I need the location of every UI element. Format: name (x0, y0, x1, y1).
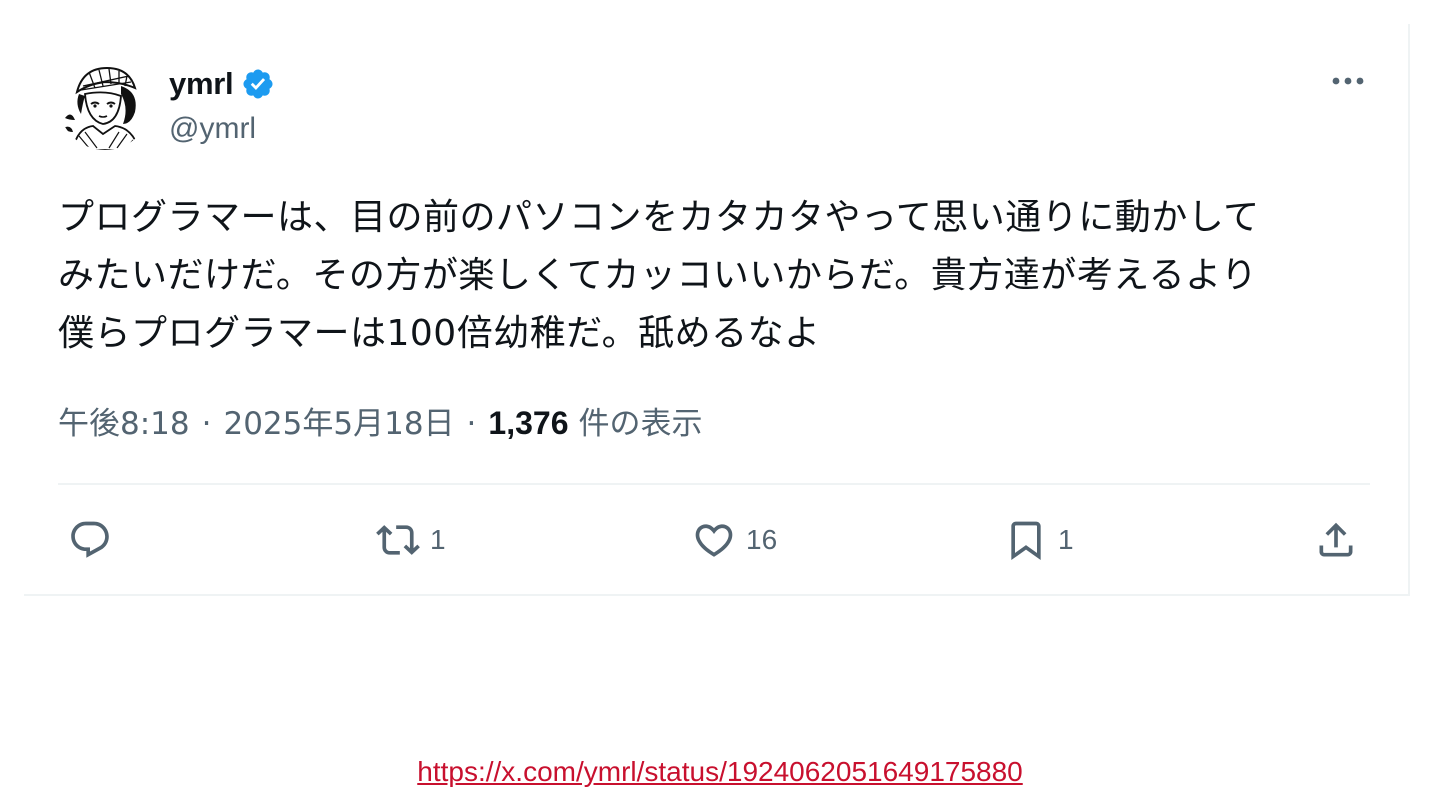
views-count: 1,376 (488, 405, 569, 441)
reply-icon (71, 521, 109, 558)
avatar-image (59, 58, 151, 150)
source-url-link[interactable]: https://x.com/ymrl/status/19240620516491… (417, 756, 1023, 787)
verified-badge-icon[interactable] (241, 67, 275, 101)
tweet-time[interactable]: 午後8:18 (58, 398, 190, 443)
tweet-date[interactable]: 2025年5月18日 (223, 398, 454, 443)
share-button[interactable] (1314, 518, 1358, 562)
tweet-meta: 午後8:18 · 2025年5月18日 · 1,376 件の表示 (58, 398, 702, 443)
views-label: 件の表示 (578, 406, 703, 442)
tweet-card: ymrl @ymrl プログラマーは、目の前のパソコンをカタカタやって思い通りに… (24, 24, 1410, 596)
divider (58, 483, 1370, 485)
bookmark-button[interactable]: 1 (1004, 518, 1074, 562)
like-button[interactable]: 16 (692, 518, 777, 562)
author-name-row: ymrl (169, 64, 275, 104)
display-name[interactable]: ymrl (169, 66, 234, 102)
source-link-row: https://x.com/ymrl/status/19240620516491… (0, 756, 1440, 788)
retweet-count: 1 (430, 524, 446, 555)
meta-separator: · (466, 406, 477, 442)
avatar[interactable] (59, 58, 151, 150)
retweet-button[interactable]: 1 (376, 518, 446, 562)
bookmark-count: 1 (1058, 524, 1074, 555)
more-horizontal-icon[interactable] (1328, 70, 1368, 92)
tweet-text: プログラマーは、目の前のパソコンをカタカタやって思い通りに動かして みたいだけだ… (58, 197, 1260, 354)
reply-button[interactable] (68, 518, 112, 562)
like-count: 16 (746, 524, 778, 555)
bookmark-icon (1011, 521, 1041, 561)
heart-icon (695, 524, 733, 557)
meta-separator: · (201, 406, 212, 442)
retweet-icon (376, 525, 420, 555)
share-icon (1319, 522, 1353, 557)
author-handle[interactable]: @ymrl (169, 112, 256, 146)
